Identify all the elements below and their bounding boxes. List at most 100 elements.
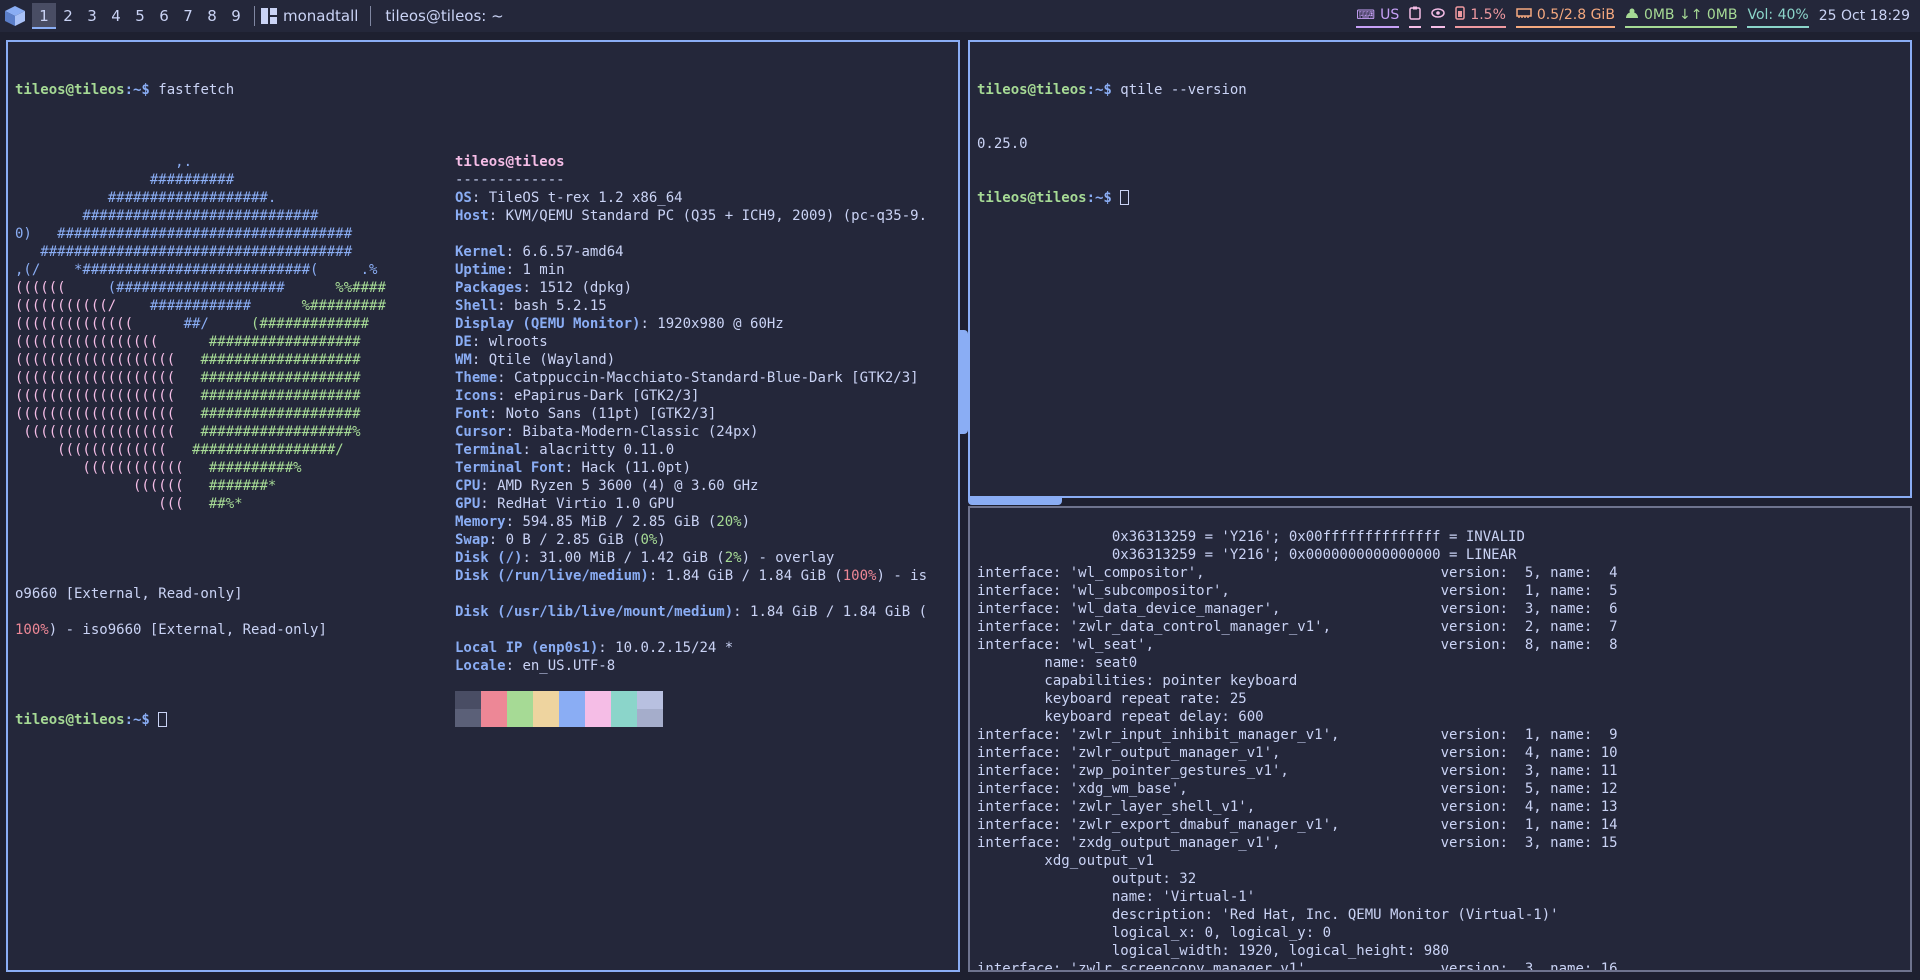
info-percent: 20% bbox=[716, 514, 742, 530]
output-line: interface: 'wl_subcompositor', version: … bbox=[977, 583, 1618, 599]
terminal-fastfetch[interactable]: tileos@tileos:~$ fastfetch ,. ##########… bbox=[6, 40, 960, 972]
network-widget[interactable]: 0MB ↓↑ 0MB bbox=[1624, 4, 1738, 28]
cpu-widget[interactable]: 1.5% bbox=[1455, 4, 1506, 28]
keyboard-layout-widget[interactable]: ⌨ US bbox=[1356, 4, 1400, 28]
output-line: capabilities: pointer keyboard bbox=[977, 673, 1298, 689]
status-widgets: ⌨ US 1.5% 0.5/2.8 GiB 0MB ↓↑ 0MB Vol: 40… bbox=[1356, 0, 1910, 32]
info-value: 594.85 MiB / 2.85 GiB ( bbox=[522, 514, 717, 530]
info-row: DE: wlroots bbox=[455, 334, 548, 350]
info-row: Theme: Catppuccin-Macchiato-Standard-Blu… bbox=[455, 370, 919, 386]
output-line: name: 'Virtual-1' bbox=[977, 889, 1256, 905]
info-value: TileOS t-rex 1.2 x86_64 bbox=[488, 190, 683, 206]
output-line: interface: 'zxdg_output_manager_v1', ver… bbox=[977, 835, 1618, 851]
info-key: Icons bbox=[455, 388, 498, 404]
volume-widget[interactable]: Vol: 40% bbox=[1747, 4, 1809, 28]
network-traffic: 0MB ↓↑ 0MB bbox=[1643, 7, 1738, 23]
prompt-path: :~$ bbox=[1086, 190, 1121, 206]
cpu-icon bbox=[1455, 6, 1466, 24]
info-row: Shell: bash 5.2.15 bbox=[455, 298, 607, 314]
info-row: Disk (/): 31.00 MiB / 1.42 GiB (2%) - ov… bbox=[455, 550, 835, 566]
memory-widget[interactable]: 0.5/2.8 GiB bbox=[1515, 4, 1615, 28]
output-line: interface: 'xdg_wm_base', version: 5, na… bbox=[977, 781, 1618, 797]
logo-segment: ##################% bbox=[200, 424, 361, 440]
logo-segment: (((((((((((((((((( bbox=[15, 424, 201, 440]
info-value-tail: ) - overlay bbox=[741, 550, 835, 566]
wrapped-text: ) - iso9660 [External, Read-only] bbox=[48, 622, 327, 638]
info-value: 1.84 GiB / 1.84 GiB ( bbox=[750, 604, 928, 620]
group-1[interactable]: 1 bbox=[32, 3, 56, 29]
tileos-logo-icon[interactable] bbox=[4, 5, 26, 27]
prompt-user: tileos@tileos bbox=[977, 190, 1087, 206]
info-row: Display (QEMU Monitor): 1920x980 @ 60Hz bbox=[455, 316, 784, 332]
info-row: Locale: en_US.UTF-8 bbox=[455, 658, 616, 674]
logo-segment: ((((((((((((((((((( bbox=[15, 388, 201, 404]
info-key: WM bbox=[455, 352, 472, 368]
info-row: WM: Qtile (Wayland) bbox=[455, 352, 616, 368]
info-value: 1.84 GiB / 1.84 GiB ( bbox=[665, 568, 843, 584]
logo-segment: ################### bbox=[200, 406, 361, 422]
output-line: 0x36313259 = 'Y216'; 0x00ffffffffffffff … bbox=[977, 529, 1525, 545]
prompt-line: tileos@tileos:~$ bbox=[15, 711, 455, 729]
terminal-qtile-version[interactable]: tileos@tileos:~$ qtile --version 0.25.0 … bbox=[968, 40, 1912, 498]
info-value: ePapirus-Dark [GTK2/3] bbox=[514, 388, 700, 404]
info-key: Disk (/run/live/medium) bbox=[455, 568, 649, 584]
info-key: Theme bbox=[455, 370, 498, 386]
window-title: tileos@tileos: ~ bbox=[385, 7, 504, 25]
palette-swatch bbox=[611, 709, 637, 727]
info-value: KVM/QEMU Standard PC (Q35 + ICH9, 2009) … bbox=[505, 208, 928, 224]
group-6[interactable]: 6 bbox=[152, 3, 176, 29]
output-line: keyboard repeat delay: 600 bbox=[977, 709, 1264, 725]
idle-inhibit-widget[interactable] bbox=[1431, 4, 1446, 28]
group-3[interactable]: 3 bbox=[80, 3, 104, 29]
logo-row: ##################################### bbox=[15, 244, 353, 260]
palette-swatch bbox=[559, 709, 585, 727]
logo-segment: %%#### bbox=[284, 280, 386, 296]
group-4[interactable]: 4 bbox=[104, 3, 128, 29]
keyboard-icon: ⌨ bbox=[1356, 7, 1376, 23]
group-7[interactable]: 7 bbox=[176, 3, 200, 29]
info-key: Locale bbox=[455, 658, 506, 674]
output-line: interface: 'zwlr_input_inhibit_manager_v… bbox=[977, 727, 1618, 743]
info-value: Catppuccin-Macchiato-Standard-Blue-Dark … bbox=[514, 370, 919, 386]
info-key: Terminal bbox=[455, 442, 523, 458]
row-divider[interactable] bbox=[968, 498, 1062, 505]
logo-segment: ##%* bbox=[208, 496, 243, 512]
logo-row: ((( ##%* bbox=[15, 495, 455, 513]
prompt-path: :~$ bbox=[124, 82, 159, 98]
info-row: GPU: RedHat Virtio 1.0 GPU bbox=[455, 496, 675, 512]
command-output: 0.25.0 bbox=[977, 136, 1028, 152]
logo-row: (((((((((((( ##########% bbox=[15, 459, 455, 477]
info-row: Swap: 0 B / 2.85 GiB (0%) bbox=[455, 532, 666, 548]
column-divider[interactable] bbox=[960, 330, 968, 434]
logo-segment: ##########% bbox=[208, 460, 302, 476]
logo-row: ########## bbox=[15, 172, 235, 188]
disk-percent: 100% bbox=[15, 622, 49, 638]
info-value: 1920x980 @ 60Hz bbox=[657, 316, 784, 332]
clock-widget[interactable]: 25 Oct 18:29 bbox=[1819, 5, 1910, 27]
layout-indicator[interactable]: monadtall bbox=[261, 7, 358, 25]
terminal-wayland-info[interactable]: 0x36313259 = 'Y216'; 0x00ffffffffffffff … bbox=[968, 506, 1912, 972]
palette-swatch bbox=[585, 691, 611, 709]
separator bbox=[254, 6, 255, 26]
logo-segment: #################/ bbox=[192, 442, 344, 458]
group-8[interactable]: 8 bbox=[200, 3, 224, 29]
logo-segment: ################## bbox=[208, 334, 361, 350]
logo-segment: ((((((((((((((((((( bbox=[15, 370, 201, 386]
group-2[interactable]: 2 bbox=[56, 3, 80, 29]
info-key: Disk (/usr/lib/live/mount/medium) bbox=[455, 604, 734, 620]
group-5[interactable]: 5 bbox=[128, 3, 152, 29]
info-row: Icons: ePapirus-Dark [GTK2/3] bbox=[455, 388, 700, 404]
group-9[interactable]: 9 bbox=[224, 3, 248, 29]
info-value: 0 B / 2.85 GiB ( bbox=[505, 532, 641, 548]
prompt-line: tileos@tileos:~$ fastfetch bbox=[15, 81, 951, 99]
info-user-host: tileos@tileos bbox=[455, 154, 565, 170]
logo-row: 0) ################################### bbox=[15, 226, 353, 242]
info-key: Font bbox=[455, 406, 489, 422]
clipboard-widget[interactable] bbox=[1409, 4, 1422, 28]
